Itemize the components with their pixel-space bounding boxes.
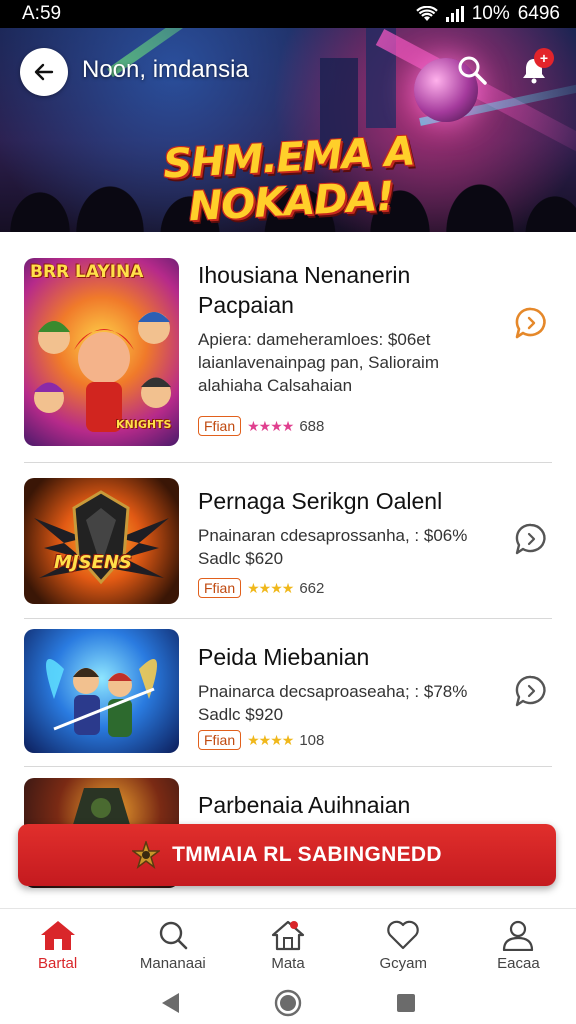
star-rating: ★★★★ xyxy=(247,417,294,434)
item-description: Pnainarca decsaproaseaha; : $78% Sadlc $… xyxy=(198,680,467,726)
rating-count: 108 xyxy=(299,731,325,749)
thumbnail-title: MJSENS xyxy=(54,552,132,573)
game-thumbnail[interactable]: MJSENS xyxy=(24,478,179,604)
promo-banner-label: TMMAIA RL SABINGNEDD xyxy=(172,843,442,866)
page-title: Noon, imdansia xyxy=(82,56,249,83)
hero-headline: SHM.EMA A NOKADA! xyxy=(138,128,442,232)
search-button[interactable] xyxy=(452,50,492,90)
chat-bubble-icon xyxy=(515,523,546,555)
item-description-line: Apiera: dameheramloes: $06et xyxy=(198,330,431,349)
nav-label: Mananaai xyxy=(139,955,206,972)
back-button[interactable] xyxy=(20,48,68,96)
system-recents-icon[interactable] xyxy=(395,992,417,1014)
nav-item-search[interactable]: Mananaai xyxy=(115,909,230,982)
bottom-nav: Bartal Mananaai Mata Gcyam Eacaa xyxy=(0,908,576,982)
heart-icon xyxy=(387,920,419,950)
item-title-line: Ihousiana Nenanerin xyxy=(198,262,411,288)
system-home-icon[interactable] xyxy=(273,988,303,1018)
status-time: A:59 xyxy=(22,3,62,24)
item-description-line: Sadlc $620 xyxy=(198,549,284,568)
item-description: Pnainaran cdesaprossanha, : $06% Sadlc $… xyxy=(198,524,467,570)
game-thumbnail[interactable]: BRR LAYINA KNIGHTS xyxy=(24,258,179,446)
nav-label: Bartal xyxy=(38,955,78,972)
category-tag: Ffian xyxy=(198,730,242,750)
rating-row: Ffian ★★★★ 688 xyxy=(198,416,324,436)
status-extra: 6496 xyxy=(517,3,560,24)
item-description-line: alahiaha Calsahaian xyxy=(198,376,353,395)
rating-count: 688 xyxy=(299,417,325,435)
star-rating: ★★★★ xyxy=(247,579,294,596)
category-tag: Ffian xyxy=(198,578,242,598)
house-outline-icon xyxy=(271,920,305,951)
status-icons: 10% 6496 xyxy=(415,3,560,25)
item-description-line: Sadlc $920 xyxy=(198,705,284,724)
person-icon xyxy=(503,920,534,951)
chat-bubble-icon xyxy=(515,675,546,707)
badge-emblem-icon xyxy=(132,841,161,869)
battery-percent: 10% xyxy=(471,3,510,24)
system-back-icon[interactable] xyxy=(159,991,181,1015)
item-title-line: Pernaga Serikgn Oalenl xyxy=(198,488,443,514)
divider xyxy=(24,618,552,619)
divider xyxy=(24,766,552,767)
item-title-line: Pacpaian xyxy=(198,292,294,318)
rating-count: 662 xyxy=(299,579,325,597)
chat-button[interactable] xyxy=(512,520,550,558)
notification-badge: + xyxy=(534,48,554,68)
item-description-line: Pnainaran cdesaprossanha, : $06% xyxy=(198,526,468,545)
signal-icon xyxy=(445,6,464,22)
chat-button[interactable] xyxy=(512,672,550,710)
game-art xyxy=(34,490,169,585)
item-description-line: laianlavenainpag pan, Salioraim xyxy=(198,353,439,372)
nav-label: Mata xyxy=(271,955,305,972)
search-icon xyxy=(159,921,188,950)
nav-label: Eacaa xyxy=(497,955,540,972)
star-rating: ★★★★ xyxy=(247,731,294,748)
rating-row: Ffian ★★★★ 662 xyxy=(198,578,324,598)
promo-banner-button[interactable]: TMMAIA RL SABINGNEDD xyxy=(18,824,556,886)
status-bar: A:59 10% 6496 xyxy=(0,0,576,28)
item-title-line: Peida Miebanian xyxy=(198,644,370,670)
item-title: Pernaga Serikgn Oalenl xyxy=(198,486,442,516)
nav-item-profile[interactable]: Eacaa xyxy=(461,909,576,982)
rating-row: Ffian ★★★★ 108 xyxy=(198,730,324,750)
system-nav-bar xyxy=(0,982,576,1024)
item-title: Ihousiana Nenanerin Pacpaian xyxy=(198,260,410,320)
item-title: Parbenaia Auihnaian xyxy=(198,790,410,820)
chat-button[interactable] xyxy=(512,304,550,342)
game-art xyxy=(46,659,157,737)
divider xyxy=(24,462,552,463)
nav-label: Gcyam xyxy=(379,955,427,972)
notifications-button[interactable]: + xyxy=(512,48,556,92)
nav-item-home[interactable]: Bartal xyxy=(0,909,115,982)
thumbnail-title: BRR LAYINA xyxy=(30,262,144,282)
item-description-line: Pnainarca decsaproaseaha; : $78% xyxy=(198,682,468,701)
item-title-line: Parbenaia Auihnaian xyxy=(198,792,411,818)
chat-bubble-icon xyxy=(515,307,546,339)
category-tag: Ffian xyxy=(198,416,242,436)
arrow-left-icon xyxy=(34,63,54,81)
item-description: Apiera: dameheramloes: $06et laianlavena… xyxy=(198,328,439,397)
home-icon xyxy=(40,921,75,950)
thumbnail-subtitle: KNIGHTS xyxy=(116,418,172,431)
nav-item-favorites[interactable]: Gcyam xyxy=(346,909,461,982)
item-title: Peida Miebanian xyxy=(198,642,369,672)
nav-item-mata[interactable]: Mata xyxy=(230,909,345,982)
game-thumbnail[interactable] xyxy=(24,629,179,753)
wifi-icon xyxy=(415,6,438,21)
search-icon xyxy=(458,56,487,85)
